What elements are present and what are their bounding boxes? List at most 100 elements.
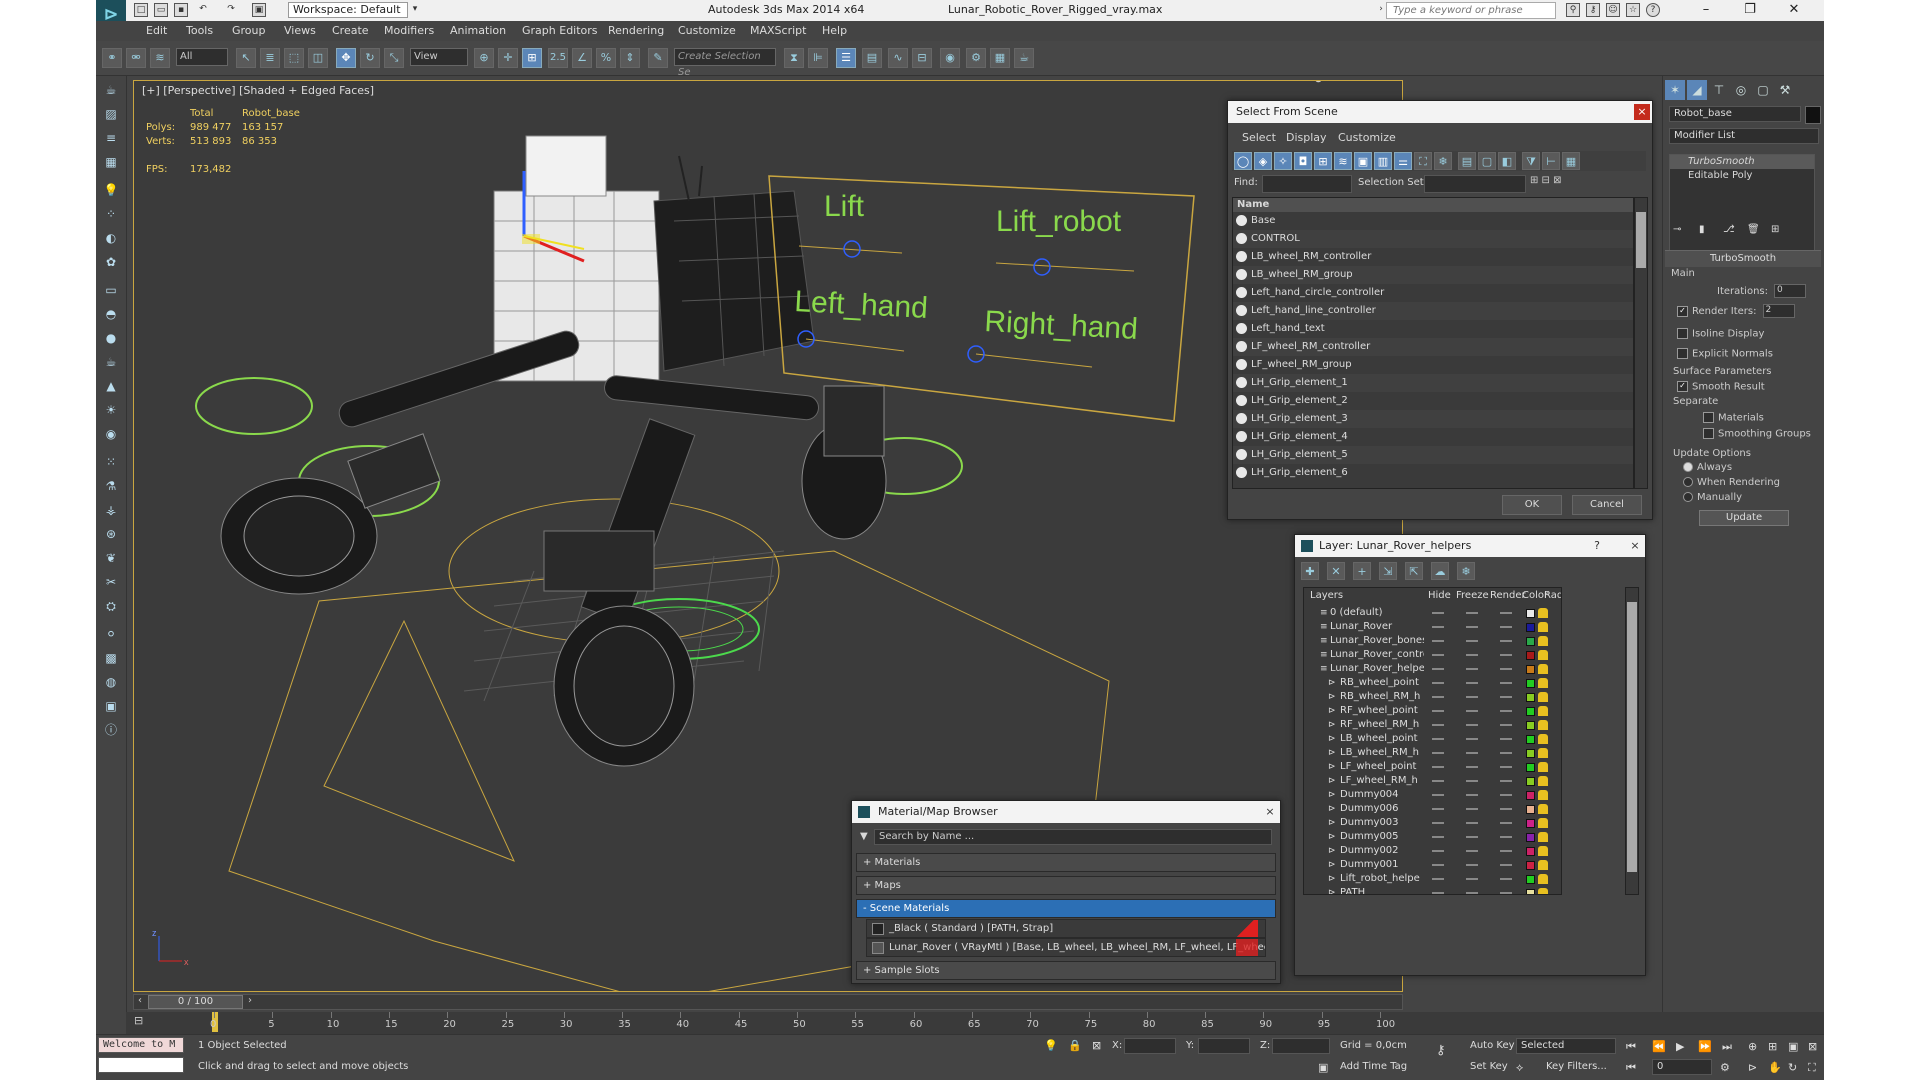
make-unique-icon[interactable]: ⎇ [1723, 224, 1735, 235]
hide-toggle[interactable] [1432, 864, 1444, 866]
radiosity-icon[interactable] [1538, 846, 1548, 856]
hide-toggle[interactable] [1432, 696, 1444, 698]
radiosity-icon[interactable] [1538, 748, 1548, 758]
maximize-viewport-icon[interactable]: ⛶ [1808, 1061, 1816, 1075]
hide-toggle[interactable] [1432, 752, 1444, 754]
render-toggle[interactable] [1500, 724, 1512, 726]
time-slider-next-icon[interactable]: › [244, 995, 256, 1009]
camera-icon[interactable]: ◐ [101, 228, 121, 248]
maps-group[interactable]: + Maps [856, 876, 1276, 895]
schematic-view-icon[interactable]: ⊟ [912, 48, 932, 68]
layer-row[interactable]: ⊳ RB_wheel_RM_h [1304, 690, 1552, 704]
turbosmooth-rollout-header[interactable]: TurboSmooth [1665, 250, 1821, 267]
maxscript-listener[interactable]: Welcome to M [98, 1037, 184, 1053]
layer-color-swatch[interactable] [1526, 763, 1535, 772]
radiosity-icon[interactable] [1538, 664, 1548, 674]
layer-color-swatch[interactable] [1526, 679, 1535, 688]
filter-cameras-icon[interactable]: ◘ [1294, 152, 1312, 170]
radiosity-icon[interactable] [1538, 706, 1548, 716]
render-toggle[interactable] [1500, 864, 1512, 866]
zoom-icon[interactable]: ⊕ [1748, 1040, 1757, 1053]
y-coord-field[interactable] [1198, 1038, 1250, 1054]
freeze-toggle[interactable] [1466, 850, 1478, 852]
layer-color-swatch[interactable] [1526, 805, 1535, 814]
freeze-all-layers-icon[interactable]: ❄ [1457, 562, 1475, 580]
freeze-toggle[interactable] [1466, 892, 1478, 894]
freeze-toggle[interactable] [1466, 766, 1478, 768]
radiosity-icon[interactable] [1538, 860, 1548, 870]
scene-object-row[interactable]: Left_hand_circle_controller [1233, 284, 1633, 302]
info-icon[interactable]: ⓘ [101, 720, 121, 740]
layer-color-swatch[interactable] [1526, 721, 1535, 730]
filter-xrefs-icon[interactable]: ▥ [1374, 152, 1392, 170]
timeline-track[interactable]: ⊟ 0 5 10 15 20 25 30 35 40 45 50 55 60 65 70 75 80 85 90 95… [126, 1012, 1824, 1034]
window-crossing-icon[interactable]: ◫ [308, 48, 328, 68]
key-mode-icon[interactable]: ⚷ [1436, 1043, 1446, 1058]
bind-space-warp-icon[interactable]: ≋ [150, 48, 170, 68]
named-selection-set-dropdown[interactable]: Create Selection Se [674, 48, 776, 78]
sfs-menu-display[interactable]: Display [1286, 131, 1327, 144]
layer-row[interactable]: ≡ Lunar_Rover_helpe [1304, 662, 1552, 676]
filter-groups-icon[interactable]: ▣ [1354, 152, 1372, 170]
radiosity-icon[interactable] [1538, 776, 1548, 786]
list-icon[interactable]: ≡ [101, 128, 121, 148]
leaf-icon[interactable]: ❦ [101, 548, 121, 568]
layer-row[interactable]: ⊳ Dummy005 [1304, 830, 1552, 844]
set-key-button[interactable]: Set Key [1470, 1061, 1508, 1072]
freeze-toggle[interactable] [1466, 640, 1478, 642]
menu-modifiers[interactable]: Modifiers [384, 24, 434, 37]
update-manually-radio[interactable] [1683, 492, 1693, 502]
pin-stack-icon[interactable]: ⊸ [1673, 224, 1681, 235]
field-of-view-icon[interactable]: ⊳ [1748, 1061, 1757, 1074]
layer-row[interactable]: ⊳ LB_wheel_RM_h [1304, 746, 1552, 760]
layer-row[interactable]: ⊳ LF_wheel_point [1304, 760, 1552, 774]
hide-toggle[interactable] [1432, 668, 1444, 670]
render-toggle[interactable] [1500, 808, 1512, 810]
render-toggle[interactable] [1500, 850, 1512, 852]
layer-color-swatch[interactable] [1526, 791, 1535, 800]
radiosity-icon[interactable] [1538, 790, 1548, 800]
set-keys-icon[interactable]: ⟡ [1516, 1061, 1523, 1075]
play-icon[interactable]: ▶ [1676, 1040, 1684, 1053]
cone-icon[interactable]: ▲ [101, 376, 121, 396]
x-coord-field[interactable] [1124, 1038, 1176, 1054]
scene-object-row[interactable]: Left_hand_line_controller [1233, 302, 1633, 320]
absolute-mode-icon[interactable]: ⊠ [1092, 1039, 1101, 1052]
path-arrow[interactable] [323, 619, 515, 862]
current-frame-field[interactable]: 0 [1652, 1059, 1712, 1075]
rover-chassis[interactable] [653, 190, 815, 372]
menu-maxscript[interactable]: MAXScript [750, 24, 806, 37]
globe-icon[interactable]: ⊛ [101, 524, 121, 544]
time-slider-prev-icon[interactable]: ‹ [134, 995, 146, 1009]
angle-snap-icon[interactable]: ∠ [572, 48, 592, 68]
mirror-icon[interactable]: ⧗ [784, 48, 804, 68]
radiosity-column-header[interactable]: Radiosity [1544, 588, 1561, 604]
lightbulb-marker-icon[interactable]: ● [1314, 81, 1323, 84]
create-tab-icon[interactable]: ✶ [1665, 80, 1685, 100]
time-tag-icon[interactable]: ▣ [1318, 1061, 1328, 1074]
layer-color-swatch[interactable] [1526, 693, 1535, 702]
hide-toggle[interactable] [1432, 836, 1444, 838]
layer-list-scroll-thumb[interactable] [1627, 602, 1637, 872]
layer-color-swatch[interactable] [1526, 735, 1535, 744]
layer-color-swatch[interactable] [1526, 847, 1535, 856]
layer-color-swatch[interactable] [1526, 889, 1535, 894]
radiosity-icon[interactable] [1538, 762, 1548, 772]
select-objects-in-layer-icon[interactable]: ⇲ [1379, 562, 1397, 580]
layer-dialog-close-icon[interactable]: × [1627, 538, 1643, 554]
dots-icon[interactable]: ⁙ [101, 452, 121, 472]
teapot-primitive-icon[interactable]: ☕ [101, 352, 121, 372]
redo-icon[interactable]: ↷ [224, 3, 238, 17]
create-layer-icon[interactable]: ✚ [1301, 562, 1319, 580]
freeze-toggle[interactable] [1466, 696, 1478, 698]
layer-row[interactable]: ⊳ Dummy006 [1304, 802, 1552, 816]
show-end-result-icon[interactable]: ▮ [1699, 224, 1705, 235]
select-invert-icon[interactable]: ◧ [1498, 152, 1516, 170]
render-production-icon[interactable]: ☕ [1014, 48, 1034, 68]
render-toggle[interactable] [1500, 752, 1512, 754]
scene-list-scroll-thumb[interactable] [1636, 212, 1646, 268]
layer-row[interactable]: ⊳ LF_wheel_RM_h [1304, 774, 1552, 788]
layer-row[interactable]: ⊳ RB_wheel_point [1304, 676, 1552, 690]
selection-lock-icon[interactable]: 🔒 [1068, 1039, 1082, 1052]
z-coord-field[interactable] [1272, 1038, 1330, 1054]
